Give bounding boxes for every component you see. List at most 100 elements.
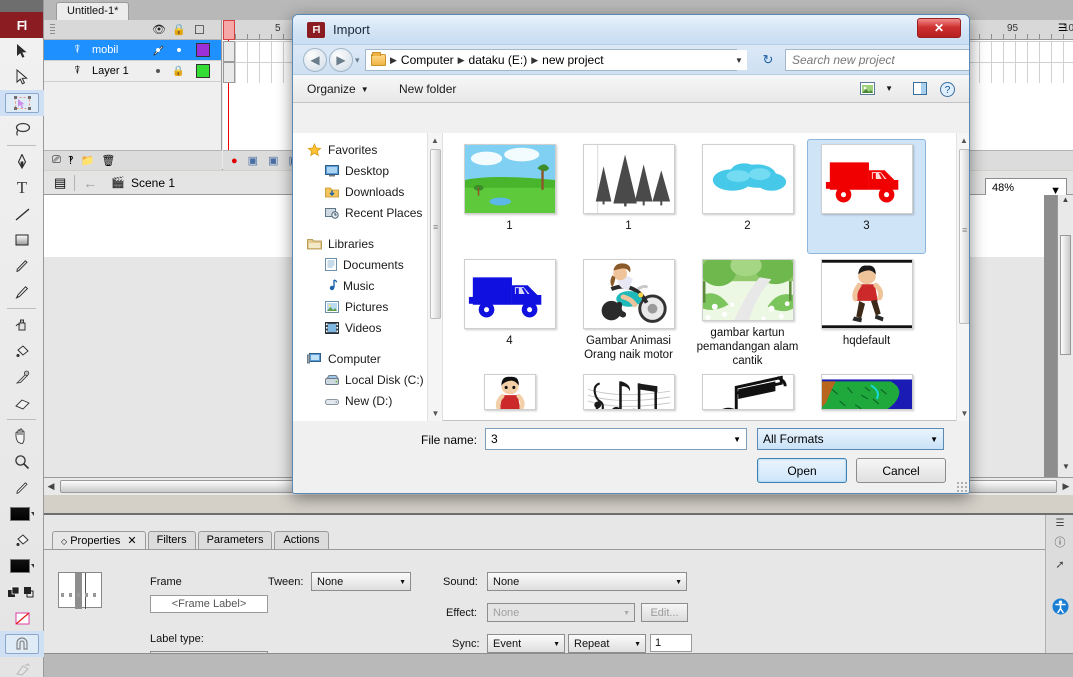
share-icon[interactable]: ➚: [1046, 553, 1073, 575]
nav-recent-places[interactable]: Recent Places: [293, 202, 442, 223]
tab-properties[interactable]: ◇ Properties ✕: [52, 531, 146, 549]
nav-music[interactable]: Music: [293, 275, 442, 296]
organize-button[interactable]: Organize ▼: [307, 82, 369, 96]
file-item[interactable]: 1: [450, 139, 569, 254]
scroll-down-arrow[interactable]: ▼: [428, 406, 442, 421]
close-button[interactable]: ✕: [917, 18, 961, 38]
layer-row-mobil[interactable]: ⍒ mobil: [44, 40, 221, 61]
scroll-thumb[interactable]: [1060, 235, 1071, 355]
effect-edit-button[interactable]: Edit...: [641, 603, 688, 622]
breadcrumb-new-project[interactable]: new project: [542, 53, 603, 67]
nav-desktop[interactable]: Desktop: [293, 160, 442, 181]
navigation-scrollbar[interactable]: ▲ ▼: [427, 133, 442, 421]
sync-dropdown[interactable]: Event ▼: [487, 634, 565, 653]
nav-favorites[interactable]: Favorites: [293, 139, 442, 160]
breadcrumb-computer[interactable]: Computer: [401, 53, 454, 67]
fill-color-picker[interactable]: [0, 527, 44, 553]
document-tab[interactable]: Untitled-1*: [56, 2, 130, 20]
dialog-title-bar[interactable]: Fl Import ✕: [293, 15, 969, 45]
repeat-count-input[interactable]: 1: [650, 634, 692, 652]
lasso-tool[interactable]: [0, 116, 44, 142]
back-button[interactable]: ◀: [303, 48, 327, 72]
timeline-menu-icon[interactable]: ☰: [1058, 23, 1067, 34]
scroll-up-arrow[interactable]: ▲: [957, 133, 969, 148]
new-folder-icon[interactable]: 📁: [81, 154, 95, 167]
navigation-pane[interactable]: Favorites Desktop Downloads Recent Place…: [293, 133, 443, 421]
scroll-up-arrow[interactable]: ▲: [1058, 195, 1073, 210]
chevron-down-icon[interactable]: ▼: [885, 84, 893, 93]
file-item[interactable]: 2: [688, 139, 807, 254]
selection-tool[interactable]: [0, 38, 44, 64]
eyedropper-tool[interactable]: [0, 364, 44, 390]
nav-local-disk-c[interactable]: Local Disk (C:): [293, 369, 442, 390]
brush-tool[interactable]: [0, 279, 44, 305]
color-swatch-black[interactable]: [10, 507, 30, 521]
outline-icon[interactable]: ☐: [194, 23, 205, 37]
nav-computer[interactable]: Computer: [293, 348, 442, 369]
trash-icon[interactable]: 🗑: [101, 154, 115, 167]
open-button[interactable]: Open: [757, 458, 847, 483]
accessibility-icon[interactable]: [1046, 595, 1073, 617]
timeline-toggle-icon[interactable]: ▤: [54, 175, 66, 191]
file-item[interactable]: [807, 369, 926, 411]
visible-dot[interactable]: [156, 48, 160, 52]
tab-filters[interactable]: Filters: [147, 531, 196, 549]
tab-actions[interactable]: Actions: [274, 531, 329, 549]
layer-color-chip[interactable]: [196, 43, 210, 57]
playhead-head[interactable]: [223, 20, 235, 40]
onion-outline-icon[interactable]: ▣: [268, 154, 278, 167]
file-item[interactable]: [569, 369, 688, 411]
scroll-down-arrow[interactable]: ▼: [1058, 462, 1073, 477]
color-swatch-black-fill[interactable]: [10, 559, 30, 573]
file-type-dropdown[interactable]: All Formats ▼: [757, 428, 944, 450]
preview-pane-button[interactable]: [913, 82, 927, 95]
visible-dot[interactable]: [156, 69, 160, 73]
canvas-vertical-scrollbar[interactable]: ▲ ▼: [1057, 195, 1073, 477]
ink-bottle-tool[interactable]: [0, 312, 44, 338]
free-transform-tool[interactable]: [0, 90, 44, 116]
frame-label-input[interactable]: <Frame Label>: [150, 595, 268, 613]
lock-icon[interactable]: 🔒: [172, 23, 186, 36]
line-tool[interactable]: [0, 201, 44, 227]
resize-grip[interactable]: [956, 481, 968, 493]
hand-tool[interactable]: [0, 423, 44, 449]
lock-dot[interactable]: [177, 48, 181, 52]
file-list-scrollbar[interactable]: ▲ ▼: [956, 133, 969, 421]
nav-documents[interactable]: Documents: [293, 254, 442, 275]
cancel-button[interactable]: Cancel: [856, 458, 946, 483]
fill-color-swatch[interactable]: [0, 553, 44, 579]
eye-icon[interactable]: 👁: [152, 23, 166, 36]
scroll-up-arrow[interactable]: ▲: [428, 133, 442, 148]
eraser-tool[interactable]: [0, 390, 44, 416]
scroll-down-arrow[interactable]: ▼: [957, 406, 969, 421]
rectangle-tool[interactable]: [0, 227, 44, 253]
new-motion-guide-icon[interactable]: ‽: [68, 154, 74, 167]
back-arrow-icon[interactable]: ←: [83, 175, 97, 191]
keyframe-mobil[interactable]: [223, 41, 235, 62]
file-item-selected[interactable]: 3: [807, 139, 926, 254]
scroll-right-arrow[interactable]: ▶: [1059, 481, 1073, 492]
scroll-thumb[interactable]: [430, 149, 441, 319]
refresh-icon[interactable]: ↻: [757, 50, 779, 70]
scroll-left-arrow[interactable]: ◀: [44, 481, 58, 492]
breadcrumb[interactable]: ▶ Computer ▶ dataku (E:) ▶ new project: [365, 49, 737, 71]
repeat-dropdown[interactable]: Repeat ▼: [568, 634, 646, 653]
zoom-tool[interactable]: [0, 449, 44, 475]
nav-libraries[interactable]: Libraries: [293, 233, 442, 254]
new-folder-button[interactable]: New folder: [399, 82, 456, 96]
nav-downloads[interactable]: Downloads: [293, 181, 442, 202]
scene-label[interactable]: Scene 1: [131, 176, 175, 190]
breadcrumb-dataku[interactable]: dataku (E:): [469, 53, 528, 67]
new-layer-icon[interactable]: ⎚: [52, 154, 61, 167]
text-tool[interactable]: T: [0, 175, 44, 201]
layer-color-chip[interactable]: [196, 64, 210, 78]
pen-tool[interactable]: [0, 149, 44, 175]
paint-bucket-tool[interactable]: [0, 338, 44, 364]
file-item[interactable]: 1: [569, 139, 688, 254]
panel-grip[interactable]: [0, 0, 43, 12]
layer-name[interactable]: Layer 1: [92, 65, 129, 77]
nav-videos[interactable]: Videos: [293, 317, 442, 338]
color-options-row[interactable]: [0, 579, 44, 605]
stroke-color-picker[interactable]: [0, 475, 44, 501]
file-list-pane[interactable]: 1 1 2 3 4 Gambar Animasi Orang naik moto…: [444, 133, 956, 421]
